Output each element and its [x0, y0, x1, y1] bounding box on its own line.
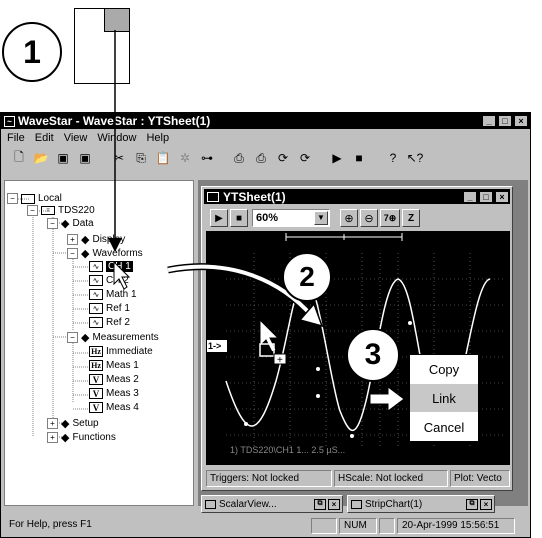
context-link-item[interactable]: Link: [410, 384, 478, 412]
context-cancel-item[interactable]: Cancel: [410, 413, 478, 441]
tree-drag-cursor-icon: [112, 260, 132, 295]
callout-3: 3: [346, 328, 400, 382]
context-copy-item[interactable]: Copy: [410, 355, 478, 383]
svg-text:+: +: [277, 355, 283, 366]
annotation-arrows: [108, 30, 324, 328]
drag-cursor-icon: +: [256, 318, 290, 369]
pointer-arrow-icon: [369, 386, 406, 415]
callout-2: 2: [282, 252, 332, 302]
context-menu: Copy Link Cancel: [409, 354, 479, 442]
